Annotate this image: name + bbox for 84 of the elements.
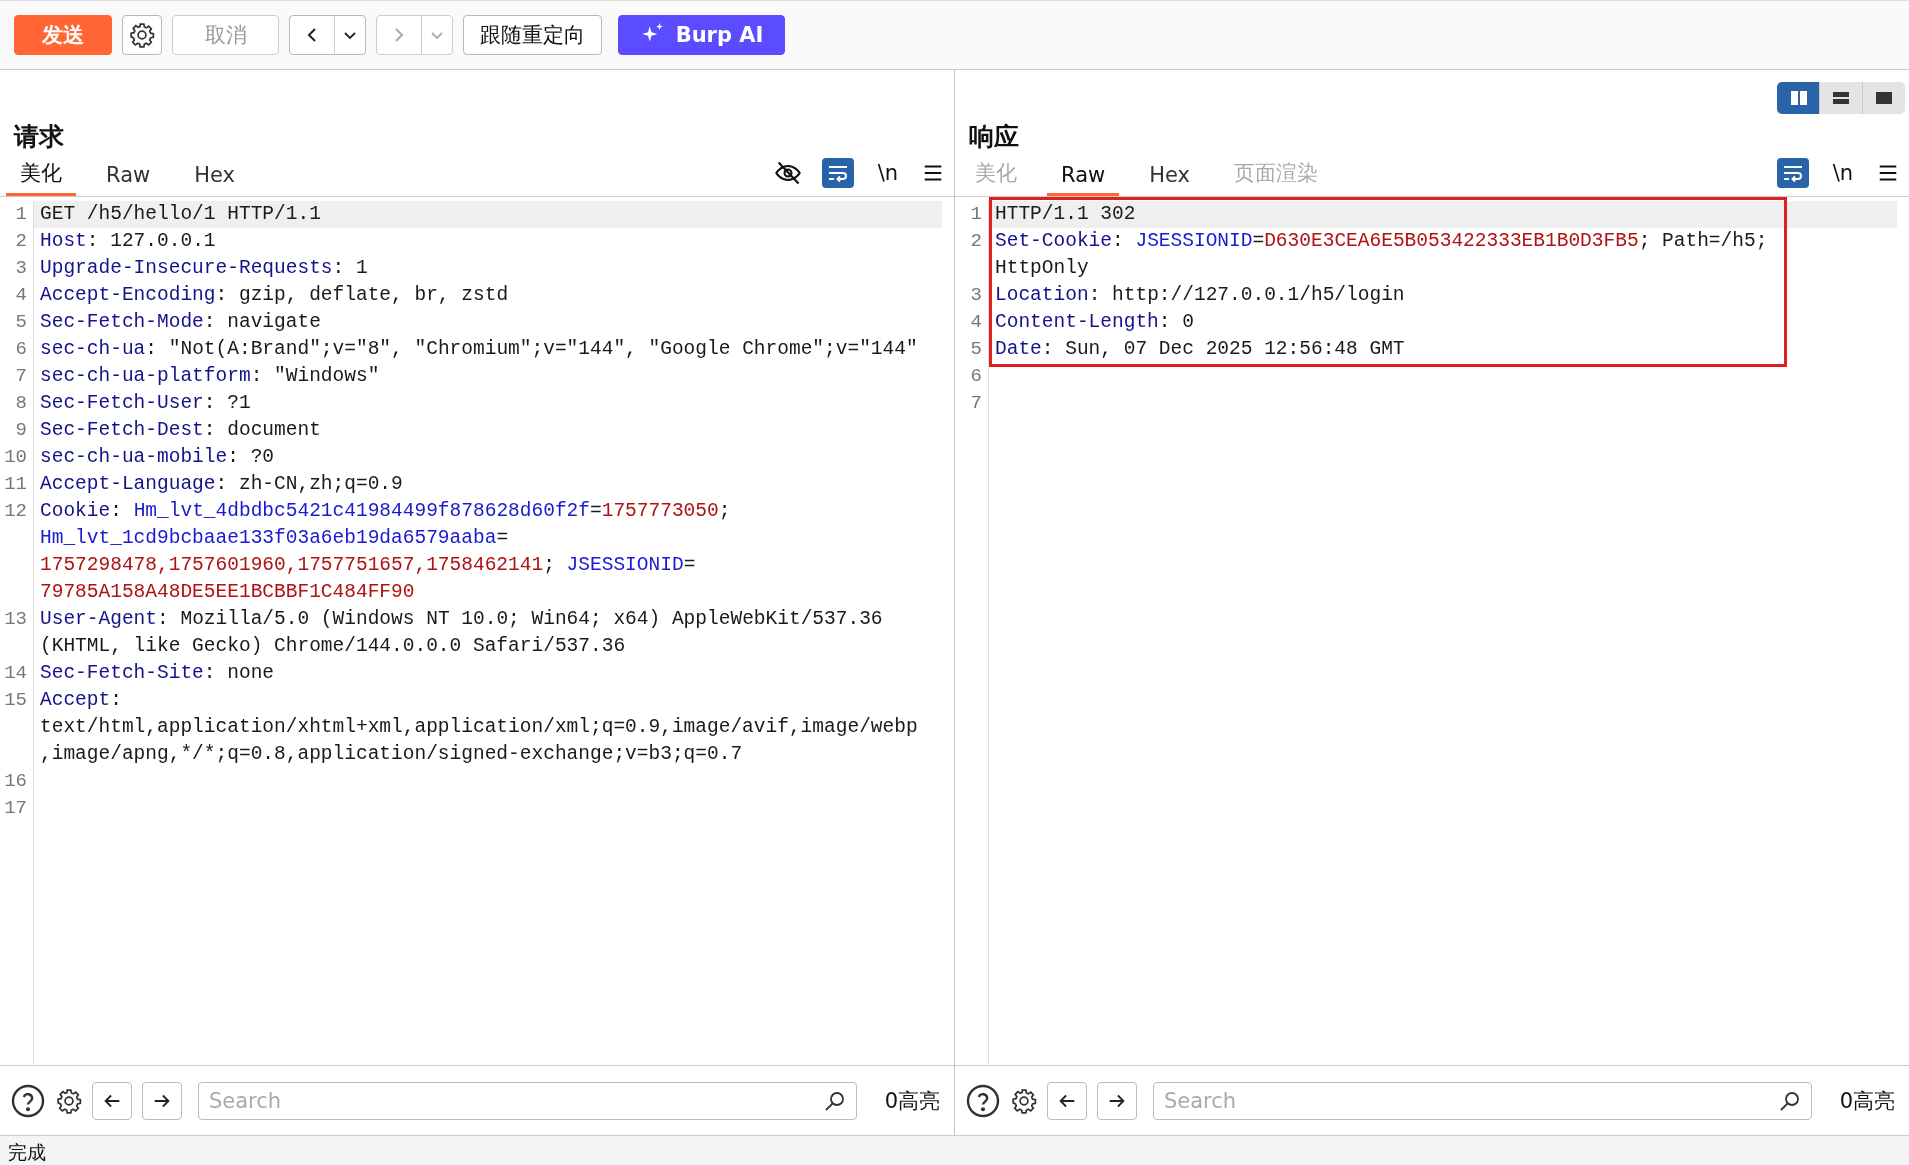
- code-line: Host: 127.0.0.1: [40, 229, 217, 254]
- code-line: Content-Length: 0: [995, 310, 1195, 335]
- search-field[interactable]: Search: [1153, 1081, 1812, 1120]
- highlight-count: 0高亮: [1839, 1087, 1896, 1115]
- line-number: 14: [0, 660, 34, 687]
- code-line: Cookie: Hm_lvt_4dbdbc5421c41984499f878628d60f2f=1757773050;: [40, 499, 732, 524]
- line-number: 3: [955, 282, 989, 309]
- newline-toggle[interactable]: \n: [1827, 158, 1859, 188]
- line-number: 2: [0, 228, 34, 255]
- code-line: Upgrade-Insecure-Requests: 1: [40, 256, 369, 281]
- view-tab[interactable]: Raw: [1047, 163, 1120, 196]
- next-button[interactable]: [142, 1081, 182, 1120]
- eye-slash-icon: [774, 159, 802, 187]
- code-line: (KHTML, like Gecko) Chrome/144.0.0.0 Safari/537.36: [40, 634, 627, 659]
- code-line: text/html,application/xhtml+xml,application/xml;q=0.9,image/avif,image/webp: [40, 715, 919, 740]
- wrap-toggle[interactable]: [822, 158, 854, 188]
- settings-button[interactable]: [122, 15, 162, 55]
- line-number: 2: [955, 228, 989, 282]
- code-line: HTTP/1.1 302: [995, 202, 1137, 227]
- line-number: 8: [0, 390, 34, 417]
- burp-ai-button[interactable]: Burp AI: [618, 15, 785, 55]
- help-icon[interactable]: [965, 1082, 1001, 1119]
- code-line: Sec-Fetch-Site: none: [40, 661, 276, 686]
- layout-icon: [1788, 88, 1808, 108]
- follow-redirect-button[interactable]: 跟随重定向: [463, 15, 602, 55]
- code-line: Hm_lvt_1cd9bcbaae133f03a6eb19da6579aaba=: [40, 526, 510, 551]
- code-line: ,image/apng,*/*;q=0.8,application/signed-exchange;v=b3;q=0.7: [40, 742, 744, 767]
- code-line: HttpOnly: [995, 256, 1090, 281]
- chevron-left-icon: [307, 27, 317, 43]
- line-number: 5: [955, 336, 989, 363]
- line-number: 17: [0, 795, 34, 822]
- code-line: Accept-Language: zh-CN,zh;q=0.9: [40, 472, 404, 497]
- line-number: 6: [0, 336, 34, 363]
- line-number: 3: [0, 255, 34, 282]
- settings-icon: [1011, 1087, 1037, 1114]
- code-line: sec-ch-ua-mobile: ?0: [40, 445, 276, 470]
- code-line: Sec-Fetch-Mode: navigate: [40, 310, 322, 335]
- line-number: 1: [955, 201, 989, 228]
- code-line: Sec-Fetch-User: ?1: [40, 391, 252, 416]
- line-number: 4: [955, 309, 989, 336]
- previous-button[interactable]: [92, 1081, 132, 1120]
- code-line: Accept-Encoding: gzip, deflate, br, zstd: [40, 283, 510, 308]
- previous-button[interactable]: [1047, 1081, 1087, 1120]
- layout-toggle[interactable]: [1777, 82, 1819, 114]
- back-split-button[interactable]: [289, 15, 366, 55]
- line-number: 5: [0, 309, 34, 336]
- help-icon[interactable]: [10, 1082, 46, 1119]
- status-text: 完成: [0, 1135, 1909, 1165]
- code-line: User-Agent: Mozilla/5.0 (Windows NT 10.0; Win64; x64) AppleWebKit/537.36: [40, 607, 884, 632]
- line-number: 9: [0, 417, 34, 444]
- settings-icon: [56, 1087, 82, 1114]
- code-line: GET /h5/hello/1 HTTP/1.1: [40, 202, 322, 227]
- settings-icon: [129, 22, 155, 48]
- line-number: 13: [0, 606, 34, 660]
- wrap-toggle[interactable]: [1777, 158, 1809, 188]
- code-line: Location: http://127.0.0.1/h5/login: [995, 283, 1406, 308]
- chevron-right-icon: [394, 27, 404, 43]
- highlight-count: 0高亮: [884, 1087, 941, 1115]
- line-number: 7: [955, 390, 989, 417]
- code-line: sec-ch-ua: "Not(A:Brand";v="8", "Chromium";v="144", "Google Chrome";v="144": [40, 337, 919, 362]
- code-line: Sec-Fetch-Dest: document: [40, 418, 322, 443]
- line-number: 6: [955, 363, 989, 390]
- view-tab[interactable]: 美化: [6, 159, 76, 196]
- newline-toggle[interactable]: \n: [872, 158, 904, 188]
- line-number: 11: [0, 471, 34, 498]
- code-line: Set-Cookie: JSESSIONID=D630E3CEA6E5B053422333EB1B0D3FB5; Path=/h5;: [995, 229, 1769, 254]
- view-tab[interactable]: Raw: [92, 163, 165, 196]
- pane-title: 请求: [12, 121, 65, 153]
- code-line: Date: Sun, 07 Dec 2025 12:56:48 GMT: [995, 337, 1406, 362]
- code-line: sec-ch-ua-platform: "Windows": [40, 364, 381, 389]
- line-number: 15: [0, 687, 34, 768]
- view-tab[interactable]: Hex: [1135, 163, 1204, 196]
- pane-title: 响应: [968, 121, 1020, 153]
- search-field[interactable]: Search: [198, 1081, 857, 1120]
- view-tab[interactable]: Hex: [180, 163, 249, 196]
- next-button[interactable]: [1097, 1081, 1137, 1120]
- line-number: 10: [0, 444, 34, 471]
- line-number: 16: [0, 768, 34, 795]
- line-number: 7: [0, 363, 34, 390]
- code-line: Accept:: [40, 688, 123, 713]
- line-number: 12: [0, 498, 34, 606]
- code-line: 1757298478,1757601960,1757751657,1758462141; JSESSIONID=: [40, 553, 697, 578]
- code-line: 79785A158A48DE5EE1BCBBF1C484FF90: [40, 580, 416, 605]
- line-number: 4: [0, 282, 34, 309]
